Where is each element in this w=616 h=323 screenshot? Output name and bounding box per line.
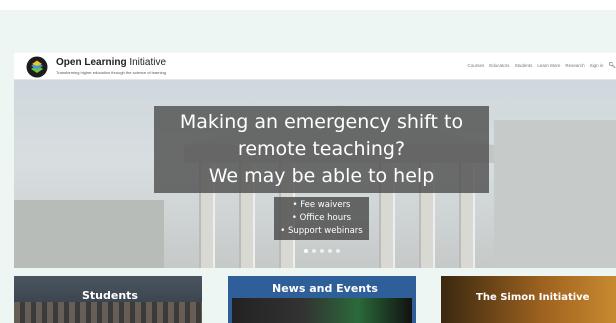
site-header: Open Learning Initiative Transforming hi… [14, 53, 616, 80]
carousel-dot[interactable] [336, 249, 340, 253]
nav-learn-more[interactable]: Learn More [537, 63, 560, 68]
nav-educators[interactable]: Educators [489, 63, 509, 68]
carousel-dot[interactable] [328, 249, 332, 253]
hero-headline-box[interactable]: Making an emergency shift to remote teac… [154, 106, 489, 193]
hero-building-left [14, 200, 164, 268]
brand-title-rest: Initiative [126, 57, 167, 68]
news-events-tile-image [232, 298, 412, 323]
hero-line: Making an emergency shift to [179, 111, 464, 133]
simon-initiative-tile-label: The Simon Initiative [476, 292, 590, 303]
simon-initiative-tile[interactable]: The Simon Initiative [441, 276, 616, 323]
students-tile[interactable]: Students [14, 276, 202, 323]
page: Open Learning Initiative Transforming hi… [0, 0, 616, 323]
left-band [0, 10, 14, 323]
nav-courses[interactable]: Courses [468, 63, 485, 68]
carousel-dot[interactable] [320, 249, 324, 253]
carousel-indicators [304, 249, 340, 253]
brand-title: Open Learning Initiative [56, 57, 166, 68]
hero-line: We may be able to help [208, 165, 435, 187]
nav-research[interactable]: Research [565, 63, 584, 68]
hero-line: remote teaching? [237, 138, 406, 160]
top-band [0, 0, 616, 10]
nav-sign-in[interactable]: Sign in [590, 63, 604, 68]
students-tile-label: Students [82, 289, 138, 302]
hero-building-right [494, 120, 616, 268]
carousel-dot[interactable] [312, 249, 316, 253]
oli-logo-icon[interactable] [26, 56, 48, 78]
carousel-dot[interactable] [304, 249, 308, 253]
brand[interactable]: Open Learning Initiative Transforming hi… [56, 57, 166, 75]
nav-students[interactable]: Students [515, 63, 533, 68]
news-events-tile-label: News and Events [272, 282, 378, 295]
bullet-office-hours: • Office hours [291, 213, 352, 223]
brand-tagline: Transforming higher education through th… [56, 70, 166, 75]
main-nav: Courses Educators Students Learn More Re… [468, 62, 616, 69]
students-tile-image [14, 302, 202, 323]
hero-carousel[interactable]: Making an emergency shift to remote teac… [14, 80, 616, 268]
search-icon[interactable]: 🔍︎ [608, 62, 616, 69]
bullet-support-webinars: • Support webinars [280, 226, 363, 236]
brand-title-bold: Open Learning [56, 57, 127, 68]
bullet-fee-waivers: • Fee waivers [292, 200, 351, 210]
news-events-tile[interactable]: News and Events [228, 276, 416, 323]
hero-bullet-box[interactable]: • Fee waivers • Office hours • Support w… [274, 197, 369, 240]
